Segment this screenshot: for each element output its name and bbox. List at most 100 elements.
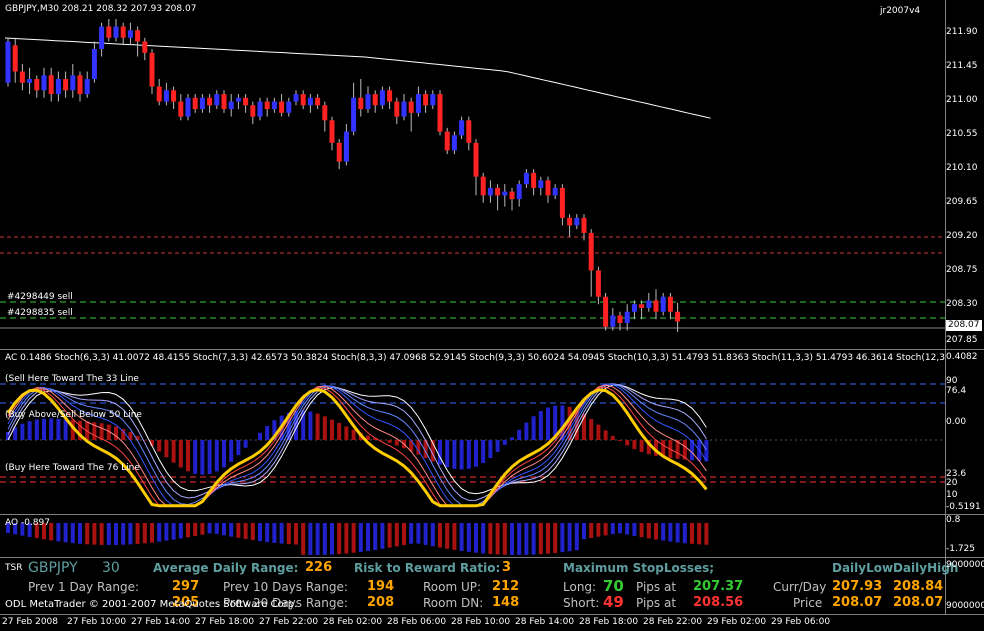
ao-bar	[258, 523, 262, 542]
symbol-label: GBPJPY	[28, 560, 78, 576]
ac-bar	[243, 440, 248, 448]
ac-bar	[459, 440, 464, 470]
period-label: 30	[102, 560, 120, 576]
main-chart-panel[interactable]: GBPJPY,M30 208.21 208.32 207.93 208.07 j…	[0, 0, 945, 349]
time-tick: 28 Feb 14:00	[515, 617, 575, 627]
ao-bar	[603, 523, 608, 536]
ac-bar	[265, 425, 270, 440]
time-tick: 27 Feb 22:00	[259, 617, 319, 627]
candle-body	[459, 120, 465, 136]
ac-bar	[618, 440, 622, 441]
ac-bar	[20, 423, 25, 440]
ac-bar	[610, 435, 615, 440]
candle-body	[5, 41, 11, 83]
price-tick: 208.30	[946, 299, 978, 309]
ac-bar	[99, 423, 104, 440]
ac-bar	[337, 423, 342, 440]
candle-body	[19, 71, 25, 83]
candle-body	[466, 120, 472, 143]
stoch-line	[7, 386, 707, 507]
ao-bar	[330, 523, 334, 555]
ao-histogram[interactable]	[0, 515, 945, 557]
candle-body	[214, 94, 220, 106]
ao-bar	[236, 523, 241, 538]
sell-zone-label: (Sell Here Toward The 33 Line	[5, 374, 139, 384]
price-tick: 210.55	[946, 129, 978, 139]
short-label: Short:	[563, 596, 600, 610]
candle-body	[48, 75, 54, 95]
order-label-1[interactable]: #4298449 sell	[7, 292, 73, 303]
candle-body	[646, 300, 652, 308]
candle-body	[675, 311, 681, 322]
ao-bar	[279, 523, 284, 544]
chart-title: GBPJPY,M30 208.21 208.32 207.93 208.07	[5, 4, 197, 14]
candle-body	[552, 187, 558, 196]
candle-body	[523, 172, 529, 185]
ac-bar	[214, 440, 219, 472]
stoch-tick: 0.00	[946, 417, 967, 427]
ac-bar	[114, 426, 118, 440]
candle-body	[63, 79, 69, 91]
ao-bar	[63, 523, 68, 543]
candle-body	[322, 105, 328, 121]
order-label-2[interactable]: #4298835 sell	[7, 308, 73, 319]
candle-body	[430, 94, 436, 106]
info-panel: TSR GBPJPY 30 Average Daily Range: 226 R…	[0, 558, 958, 614]
candle-body	[603, 296, 609, 327]
ao-bar	[387, 523, 392, 548]
ao-bar	[452, 523, 457, 550]
stochastic-chart[interactable]	[0, 350, 945, 514]
ao-bar	[402, 523, 406, 546]
buy-zone-label: (Buy Here Toward The 76 Line	[5, 463, 140, 473]
ac-bar	[207, 440, 212, 474]
candle-body	[156, 86, 162, 102]
candle-body	[610, 315, 616, 327]
ao-bar	[56, 523, 61, 542]
candle-body	[221, 94, 227, 110]
candle-body	[509, 191, 515, 200]
time-tick: 27 Feb 2008	[2, 617, 59, 627]
ao-bar	[128, 523, 133, 545]
prev10-label: Prev 10 Days Range:	[223, 580, 348, 594]
long-pips-label: Pips at	[636, 580, 677, 594]
ao-bar	[70, 523, 75, 544]
candlestick-chart[interactable]	[0, 0, 945, 349]
candle-body	[171, 90, 177, 102]
candle-body	[99, 26, 105, 50]
candle-body	[574, 217, 580, 226]
rr-value: 3	[502, 560, 512, 575]
ac-bar	[495, 440, 500, 452]
ac-bar	[546, 407, 550, 440]
ao-bar	[632, 523, 637, 536]
ac-bar	[474, 440, 478, 467]
ao-bar	[301, 523, 306, 555]
time-tick: 27 Feb 18:00	[195, 617, 255, 627]
room-up-value: 212	[492, 579, 520, 594]
candle-body	[444, 131, 450, 151]
candle-body	[127, 30, 133, 38]
candle-body	[106, 26, 112, 38]
candle-body	[487, 187, 493, 196]
candle-body	[192, 97, 198, 110]
ao-bar	[682, 523, 687, 544]
ao-bar	[308, 523, 313, 555]
ac-bar	[510, 437, 514, 440]
ao-bar	[214, 523, 219, 534]
ac-bar	[524, 422, 529, 440]
ao-bar	[423, 523, 428, 545]
ao-bar	[510, 523, 514, 555]
ao-bar	[481, 523, 486, 554]
candle-body	[250, 105, 256, 117]
candle-body	[264, 101, 270, 110]
candle-body	[437, 94, 443, 132]
price-tick: 208.75	[946, 265, 978, 275]
ac-bar	[229, 440, 234, 462]
ao-panel[interactable]: AO -0.897	[0, 515, 945, 557]
stoch-panel[interactable]: AC 0.1486 Stoch(6,3,3) 41.0072 48.4155 S…	[0, 350, 945, 514]
ac-bar	[625, 440, 630, 446]
ao-bar	[445, 523, 450, 549]
ao-bar	[524, 523, 529, 555]
candle-body	[653, 300, 659, 312]
ao-bar	[502, 523, 507, 555]
candle-body	[243, 97, 249, 106]
